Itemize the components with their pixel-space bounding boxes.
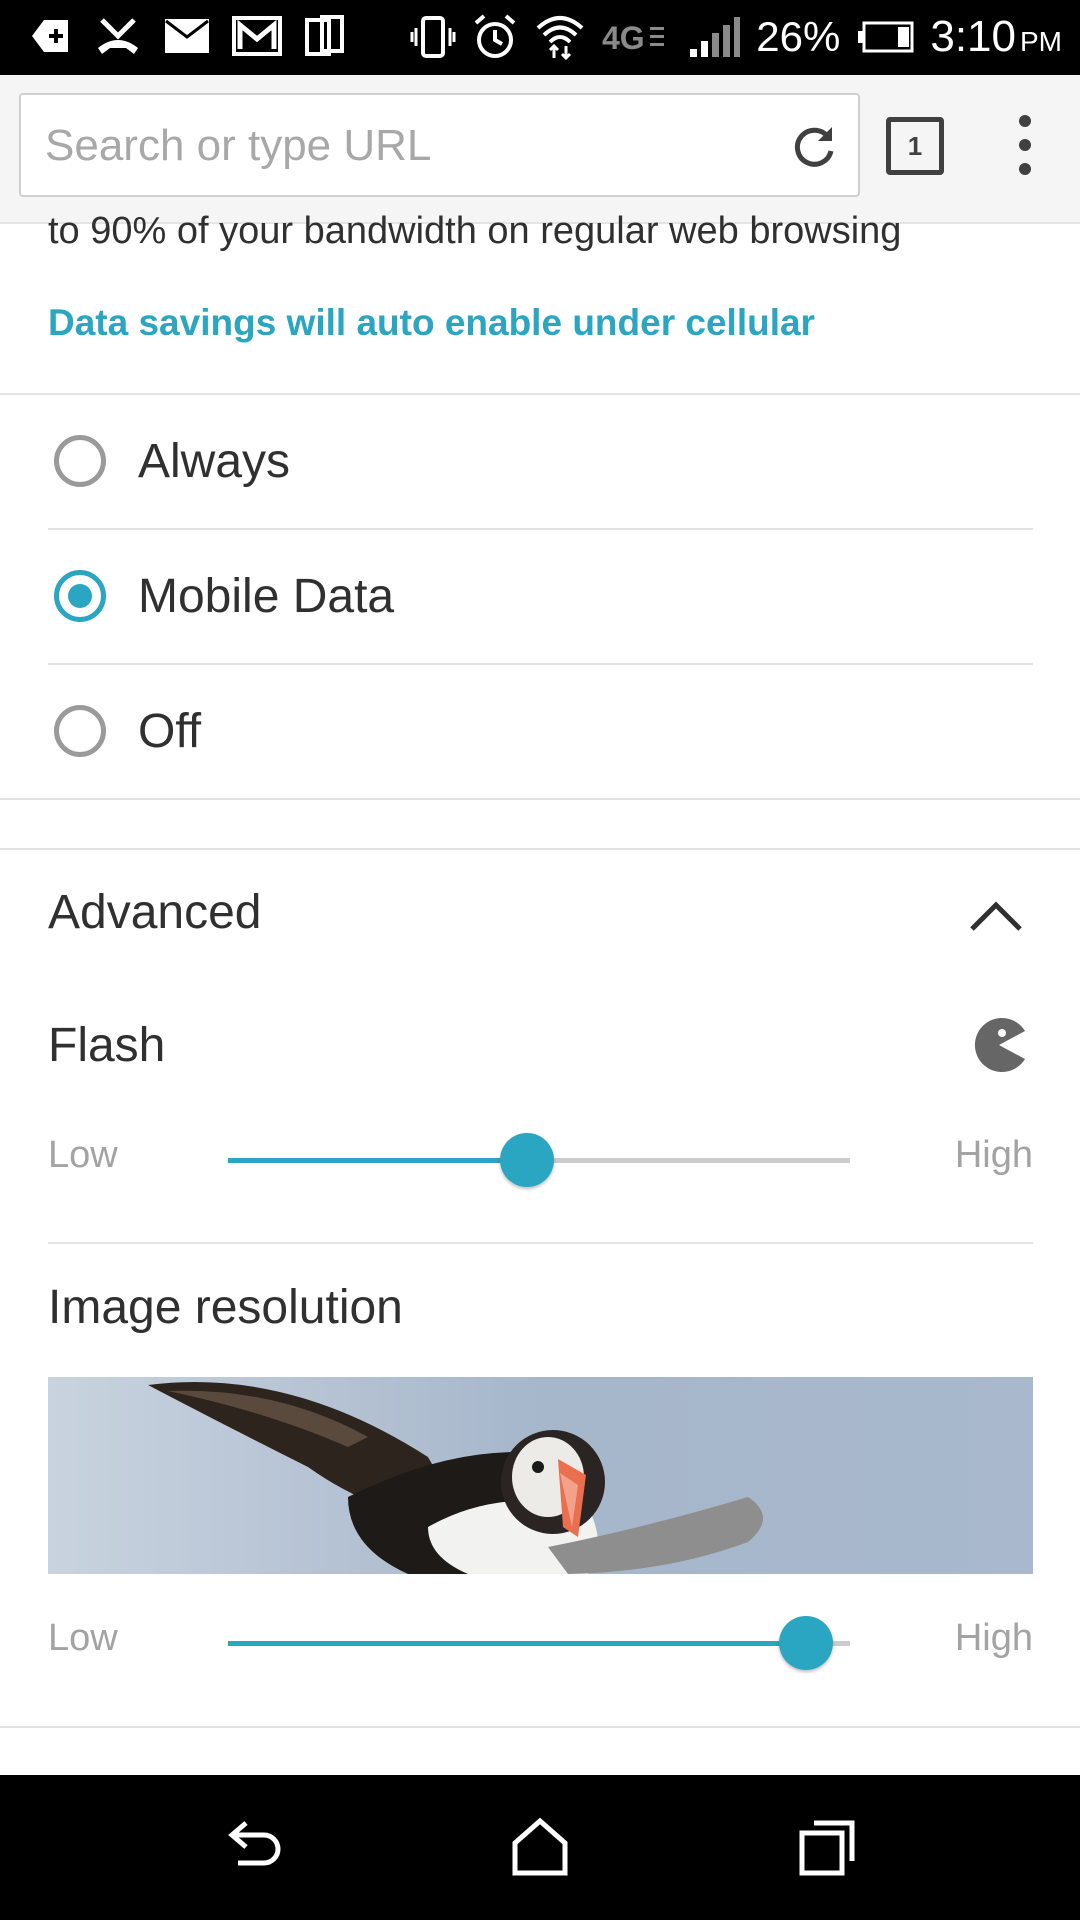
overflow-menu-icon[interactable] [1010, 115, 1040, 185]
image-resolution-slider[interactable]: Low High [48, 1613, 1033, 1673]
divider [0, 848, 1080, 850]
home-icon[interactable] [505, 1813, 575, 1883]
signal-icon [688, 15, 741, 59]
multi-window-icon [304, 14, 346, 58]
auto-enable-note: Data savings will auto enable under cell… [48, 302, 815, 343]
option-mobile-data[interactable]: Mobile Data [48, 529, 1033, 663]
status-bar: 4G 26% 3:10 PM [0, 0, 1080, 75]
flash-low-label: Low [48, 1134, 118, 1176]
image-resolution-slider-fill [228, 1641, 807, 1646]
clock-ampm: PM [1020, 26, 1062, 57]
tab-switcher-button[interactable]: 1 [886, 117, 944, 175]
radio-mobile-data[interactable] [54, 570, 106, 622]
divider [48, 1242, 1033, 1244]
flash-slider-thumb[interactable] [499, 1133, 554, 1187]
back-icon[interactable] [218, 1813, 288, 1883]
divider [0, 798, 1080, 800]
divider [0, 1726, 1080, 1728]
clock: 3:10 PM [930, 12, 1062, 62]
image-resolution-preview [48, 1377, 1033, 1574]
radio-off[interactable] [54, 705, 106, 757]
image-resolution-title: Image resolution [48, 1281, 403, 1334]
navigation-bar [0, 1775, 1080, 1920]
system-icons: 4G 26% 3:10 PM [410, 6, 1062, 68]
image-resolution-high-label: High [954, 1617, 1033, 1659]
image-resolution-slider-thumb[interactable] [779, 1616, 834, 1670]
search-input[interactable] [43, 113, 787, 179]
network-4g-text: 4G [602, 20, 645, 56]
option-off-label: Off [138, 704, 202, 758]
pacman-icon [974, 1018, 1025, 1072]
browser-toolbar: 1 [0, 75, 1080, 224]
chevron-up-icon[interactable] [968, 895, 1024, 935]
battery-percent: 26% [756, 13, 841, 60]
flash-slider[interactable]: Low High [48, 1130, 1033, 1190]
gmail-icon [232, 15, 282, 57]
wifi-icon [534, 12, 586, 62]
clock-time: 3:10 [930, 12, 1016, 61]
image-resolution-low-label: Low [48, 1617, 118, 1659]
radio-always[interactable] [54, 435, 106, 487]
option-off[interactable]: Off [48, 664, 1033, 798]
option-mobile-data-label: Mobile Data [138, 569, 395, 623]
flash-slider-track[interactable] [228, 1133, 850, 1187]
reload-icon[interactable] [788, 121, 840, 173]
advanced-title[interactable]: Advanced [48, 885, 262, 940]
data-savings-description: to 90% of your bandwidth on regular web … [48, 210, 902, 252]
url-bar[interactable] [19, 93, 860, 197]
flash-slider-fill [228, 1158, 527, 1163]
image-resolution-slider-track[interactable] [228, 1616, 850, 1670]
option-always-label: Always [138, 434, 291, 488]
option-always[interactable]: Always [48, 394, 1033, 528]
add-icon [28, 14, 72, 58]
recents-icon[interactable] [792, 1813, 862, 1883]
flash-title: Flash [48, 1019, 166, 1072]
vibrate-icon [410, 14, 456, 60]
notification-icons [28, 14, 346, 58]
alarm-icon [472, 13, 518, 61]
mail-icon [164, 17, 210, 55]
flash-high-label: High [954, 1134, 1033, 1176]
network-4g-icon: 4G [602, 17, 672, 57]
missed-call-icon [94, 14, 142, 58]
battery-icon [856, 21, 914, 53]
